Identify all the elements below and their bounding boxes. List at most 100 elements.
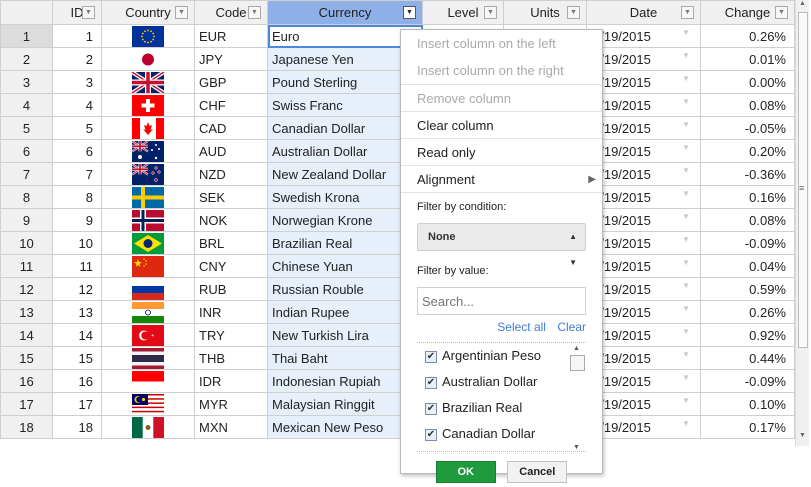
cell-date[interactable]: 8/19/2015 ▼ [586, 93, 701, 117]
date-dropdown-icon[interactable]: ▼ [682, 396, 690, 405]
condition-select[interactable]: None ▲ ▼ [417, 223, 586, 267]
cell-change[interactable]: 0.00% [700, 70, 795, 94]
filter-dropdown-icon[interactable]: ▼ [403, 6, 416, 19]
cell-id[interactable]: 14 [52, 323, 102, 347]
cell-id[interactable]: 17 [52, 392, 102, 416]
cell-date[interactable]: 8/19/2015 ▼ [586, 208, 701, 232]
checkmark-icon[interactable]: ✔ [425, 350, 437, 363]
cell-code[interactable]: INR [194, 300, 268, 324]
scroll-up-arrow-icon[interactable]: ▲ [799, 0, 806, 7]
cell-id[interactable]: 1 [52, 24, 102, 48]
cell-change[interactable]: 0.01% [700, 47, 795, 71]
date-dropdown-icon[interactable]: ▼ [682, 74, 690, 83]
select-all-link[interactable]: Select all [497, 320, 546, 334]
cell-code[interactable]: MYR [194, 392, 268, 416]
cell-id[interactable]: 13 [52, 300, 102, 324]
cell-change[interactable]: -0.09% [700, 369, 795, 393]
cell-country[interactable] [101, 277, 195, 301]
row-header[interactable]: 15 [0, 346, 53, 370]
cell-date[interactable]: 8/19/2015 ▼ [586, 277, 701, 301]
cell-change[interactable]: 0.17% [700, 415, 795, 439]
cell-date[interactable]: 8/19/2015 ▼ [586, 323, 701, 347]
cell-id[interactable]: 5 [52, 116, 102, 140]
cell-change[interactable]: 0.04% [700, 254, 795, 278]
column-header-id[interactable]: ID ▼ [52, 0, 102, 25]
cell-country[interactable] [101, 415, 195, 439]
cell-change[interactable]: -0.36% [700, 162, 795, 186]
cell-id[interactable]: 9 [52, 208, 102, 232]
cell-id[interactable]: 18 [52, 415, 102, 439]
checkmark-icon[interactable]: ✔ [425, 428, 437, 441]
date-dropdown-icon[interactable]: ▼ [682, 189, 690, 198]
date-dropdown-icon[interactable]: ▼ [682, 350, 690, 359]
cell-code[interactable]: THB [194, 346, 268, 370]
cell-country[interactable] [101, 70, 195, 94]
row-header[interactable]: 17 [0, 392, 53, 416]
date-dropdown-icon[interactable]: ▼ [682, 120, 690, 129]
cell-code[interactable]: JPY [194, 47, 268, 71]
row-header[interactable]: 1 [0, 24, 53, 48]
menu-alignment[interactable]: Alignment ▶ [401, 165, 602, 192]
cell-date[interactable]: 8/19/2015 ▼ [586, 139, 701, 163]
cell-date[interactable]: 8/19/2015 ▼ [586, 116, 701, 140]
cell-id[interactable]: 3 [52, 70, 102, 94]
menu-insert-right[interactable]: Insert column on the right [401, 57, 602, 84]
cell-date[interactable]: 8/19/2015 ▼ [586, 415, 701, 439]
cell-date[interactable]: 8/19/2015 ▼ [586, 254, 701, 278]
cell-change[interactable]: 0.10% [700, 392, 795, 416]
row-header[interactable]: 10 [0, 231, 53, 255]
cell-id[interactable]: 2 [52, 47, 102, 71]
cell-id[interactable]: 16 [52, 369, 102, 393]
cell-code[interactable]: CAD [194, 116, 268, 140]
cell-country[interactable] [101, 208, 195, 232]
filter-dropdown-icon[interactable]: ▼ [484, 6, 497, 19]
cell-change[interactable]: 0.16% [700, 185, 795, 209]
row-header[interactable]: 8 [0, 185, 53, 209]
row-header[interactable]: 11 [0, 254, 53, 278]
cell-country[interactable] [101, 139, 195, 163]
cell-id[interactable]: 12 [52, 277, 102, 301]
cell-id[interactable]: 10 [52, 231, 102, 255]
cell-country[interactable] [101, 254, 195, 278]
filter-value-item[interactable]: ✔ Australian Dollar [417, 369, 586, 395]
row-header[interactable]: 14 [0, 323, 53, 347]
cell-code[interactable]: EUR [194, 24, 268, 48]
list-scrollbar[interactable]: ▲ ▼ [570, 343, 586, 451]
cell-country[interactable] [101, 392, 195, 416]
cell-change[interactable]: 0.26% [700, 24, 795, 48]
cell-code[interactable]: IDR [194, 369, 268, 393]
cell-change[interactable]: 0.44% [700, 346, 795, 370]
filter-value-item[interactable]: ✔ Argentinian Peso [417, 343, 586, 369]
row-header[interactable]: 13 [0, 300, 53, 324]
date-dropdown-icon[interactable]: ▼ [682, 143, 690, 152]
cell-id[interactable]: 15 [52, 346, 102, 370]
filter-dropdown-icon[interactable]: ▼ [175, 6, 188, 19]
list-scroll-down-icon[interactable]: ▼ [573, 444, 580, 451]
cell-code[interactable]: TRY [194, 323, 268, 347]
date-dropdown-icon[interactable]: ▼ [682, 327, 690, 336]
cell-change[interactable]: 0.59% [700, 277, 795, 301]
filter-dropdown-icon[interactable]: ▼ [82, 6, 95, 19]
cell-code[interactable]: NZD [194, 162, 268, 186]
cancel-button[interactable]: Cancel [507, 461, 568, 483]
column-header-currency[interactable]: Currency ▼ [267, 0, 423, 25]
filter-search-input[interactable] [417, 287, 586, 315]
cell-id[interactable]: 7 [52, 162, 102, 186]
row-header[interactable]: 4 [0, 93, 53, 117]
cell-country[interactable] [101, 93, 195, 117]
cell-date[interactable]: 8/19/2015 ▼ [586, 300, 701, 324]
filter-dropdown-icon[interactable]: ▼ [681, 6, 694, 19]
cell-country[interactable] [101, 231, 195, 255]
row-header[interactable]: 9 [0, 208, 53, 232]
column-header-level[interactable]: Level ▼ [422, 0, 504, 25]
date-dropdown-icon[interactable]: ▼ [682, 373, 690, 382]
column-header-change[interactable]: Change ▼ [700, 0, 795, 25]
checkmark-icon[interactable]: ✔ [425, 376, 437, 389]
row-header[interactable]: 5 [0, 116, 53, 140]
date-dropdown-icon[interactable]: ▼ [682, 51, 690, 60]
cell-country[interactable] [101, 185, 195, 209]
cell-code[interactable]: RUB [194, 277, 268, 301]
row-header[interactable]: 7 [0, 162, 53, 186]
cell-id[interactable]: 4 [52, 93, 102, 117]
filter-dropdown-icon[interactable]: ▼ [567, 6, 580, 19]
